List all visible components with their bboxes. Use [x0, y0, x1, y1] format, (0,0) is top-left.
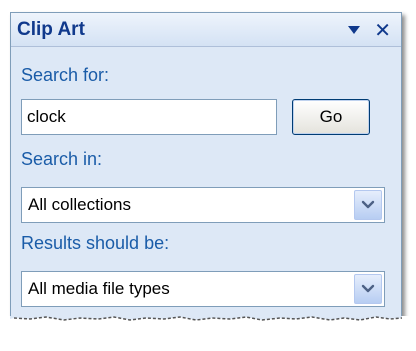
- results-select[interactable]: All media file types: [21, 271, 385, 307]
- chevron-down-icon[interactable]: [354, 274, 382, 304]
- go-button[interactable]: Go: [292, 99, 370, 135]
- search-for-label: Search for:: [21, 65, 110, 85]
- chevron-down-icon[interactable]: [354, 190, 382, 220]
- dropdown-arrow-icon[interactable]: [348, 25, 361, 34]
- pane-title-bar: Clip Art ✕: [11, 13, 401, 47]
- clip-art-task-pane: Clip Art ✕ Search for: Go Search in: All…: [10, 12, 402, 330]
- search-input[interactable]: [21, 99, 277, 135]
- search-in-label: Search in:: [21, 149, 103, 169]
- results-label: Results should be:: [21, 233, 170, 253]
- title-controls: ✕: [348, 20, 391, 40]
- pane-title: Clip Art: [17, 18, 85, 40]
- torn-edge: [0, 316, 416, 351]
- search-in-value: All collections: [28, 195, 131, 214]
- close-icon[interactable]: ✕: [374, 20, 391, 40]
- results-value: All media file types: [28, 279, 170, 298]
- search-in-select[interactable]: All collections: [21, 187, 385, 223]
